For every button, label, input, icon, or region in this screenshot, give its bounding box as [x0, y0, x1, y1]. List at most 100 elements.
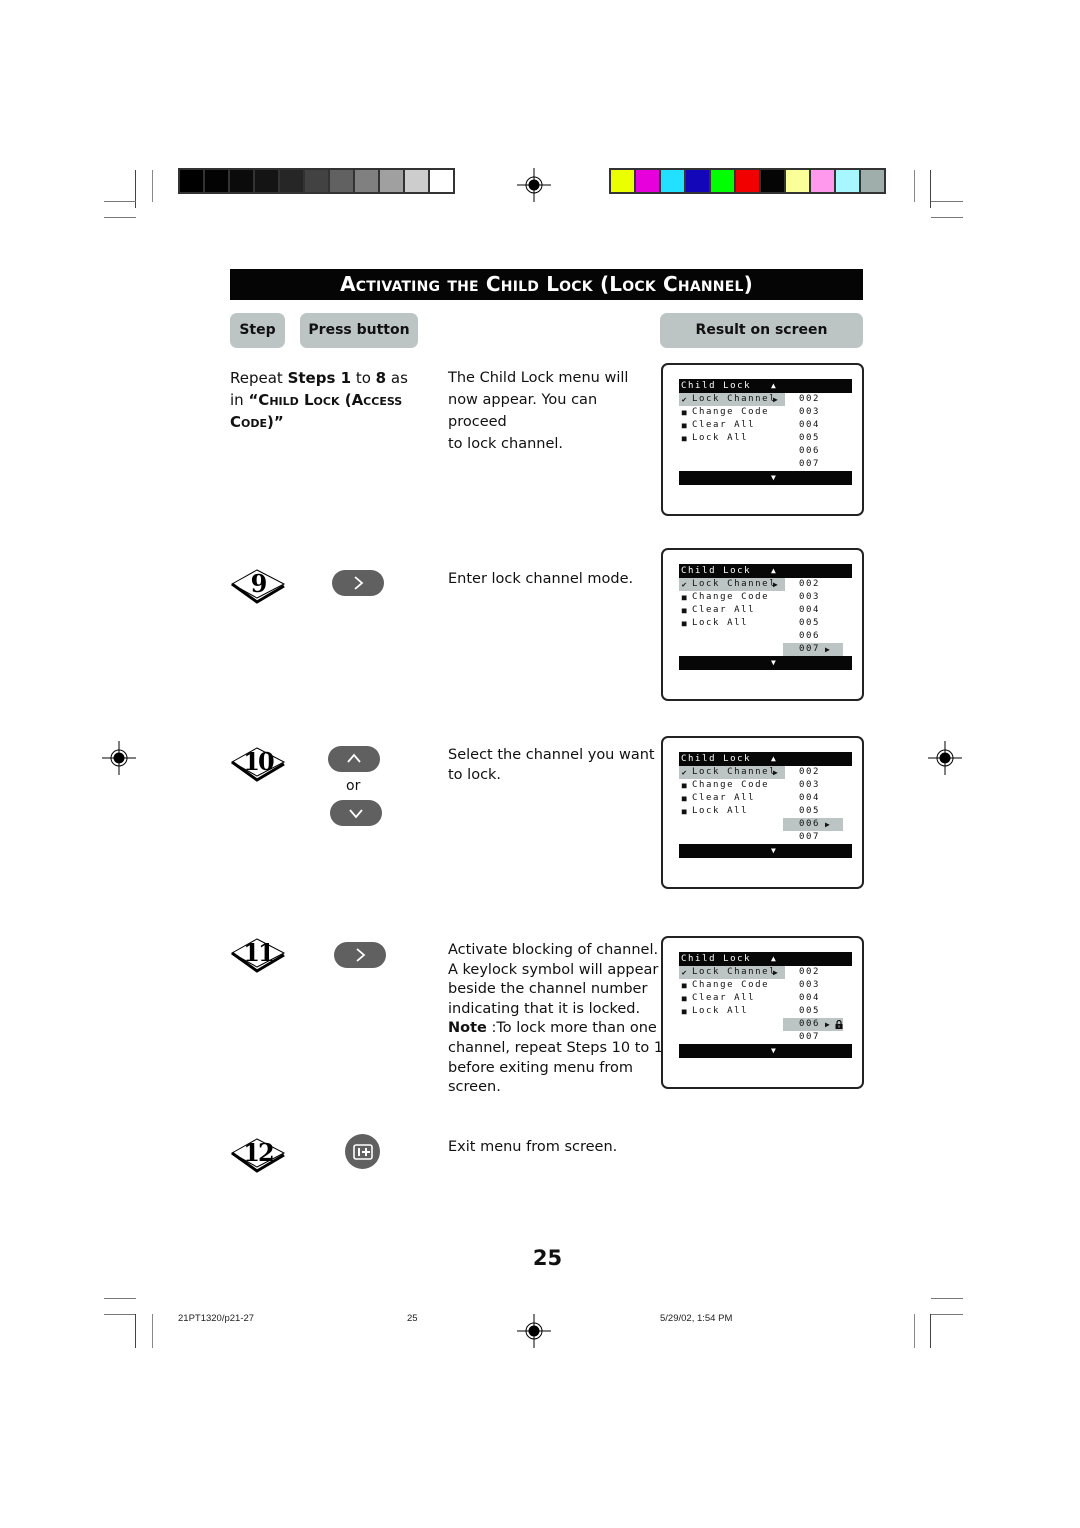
- bullet-icon: ■: [681, 807, 689, 816]
- channel-number: 003: [799, 407, 821, 417]
- cross-reference-link[interactable]: “Child Lock (Access Code)”: [230, 391, 402, 431]
- step-description: Activate blocking of channel. A keylock …: [448, 942, 673, 1096]
- osd-info-button[interactable]: [345, 1134, 380, 1169]
- osd-menu-bottom-bar: ▼: [679, 656, 852, 670]
- bullet-icon: ■: [681, 434, 689, 443]
- color-swatch: [430, 170, 453, 192]
- channel-number: 005: [799, 806, 821, 816]
- bullet-icon: ■: [681, 781, 689, 790]
- tv-screen-result: Child Lock ▲ ✔ Lock Channel ▶ ■ Change Code ■ Cl…: [661, 936, 864, 1089]
- checkmark-icon: ✔: [681, 395, 689, 404]
- channel-number: 002: [799, 394, 821, 404]
- osd-menu-item-label: Lock Channel: [692, 767, 777, 777]
- channel-number: 005: [799, 1006, 821, 1016]
- crop-mark: [931, 1314, 963, 1315]
- right-arrow-button[interactable]: [334, 942, 386, 968]
- channel-number: 003: [799, 780, 821, 790]
- color-calibration-bar: [609, 168, 886, 194]
- osd-menu-bottom-bar: ▼: [679, 471, 852, 485]
- osd-menu-item-label: Lock All: [692, 433, 749, 443]
- step-description: Select the channel you want to lock.: [448, 747, 655, 783]
- color-swatch: [686, 170, 709, 192]
- registration-mark-icon: [517, 168, 551, 202]
- osd-menu-item-label: Clear All: [692, 605, 756, 615]
- osd-menu-item-label: Lock All: [692, 1006, 749, 1016]
- up-arrow-button[interactable]: [328, 746, 380, 772]
- channel-number: 006: [799, 1019, 821, 1029]
- crop-mark: [931, 217, 963, 218]
- osd-menu-bottom-bar: ▼: [679, 1044, 852, 1058]
- channel-number: 002: [799, 767, 821, 777]
- tv-screen-result: Child Lock ▲ ✔ Lock Channel ▶ ■ Change Code ■ Cl…: [661, 363, 864, 516]
- osd-menu-title-bar: Child Lock ▲: [679, 752, 852, 766]
- step-description: Exit menu from screen.: [448, 1139, 618, 1155]
- scroll-up-icon: ▲: [771, 381, 778, 390]
- channel-number: 007: [799, 644, 821, 654]
- osd-menu-title-bar: Child Lock ▲: [679, 564, 852, 578]
- crop-mark: [152, 1314, 153, 1348]
- crop-mark: [930, 1314, 931, 1348]
- channel-entry: 007: [789, 458, 852, 471]
- channel-entry: 005: [789, 432, 852, 445]
- registration-mark-icon: [517, 1314, 551, 1348]
- scroll-down-icon: ▼: [771, 473, 778, 482]
- channel-entry: 007: [789, 1031, 852, 1044]
- crop-mark: [135, 1314, 136, 1348]
- channel-entry: 003: [789, 406, 852, 419]
- channel-number: 005: [799, 618, 821, 628]
- channel-entry: 006: [789, 445, 852, 458]
- right-arrow-button[interactable]: [332, 570, 384, 596]
- scroll-up-icon: ▲: [771, 954, 778, 963]
- crop-mark: [152, 170, 153, 202]
- step-number-badge: 11: [230, 935, 286, 975]
- osd-menu-title-bar: Child Lock ▲: [679, 952, 852, 966]
- color-swatch: [230, 170, 253, 192]
- crop-mark: [914, 1314, 915, 1348]
- step-note: Note :To lock more than one: [448, 1020, 657, 1037]
- down-arrow-button[interactable]: [330, 800, 382, 826]
- registration-mark-icon: [928, 741, 962, 775]
- channel-number: 007: [799, 832, 821, 842]
- chevron-up-icon: [347, 753, 361, 763]
- checkmark-icon: ✔: [681, 968, 689, 977]
- grayscale-calibration-bar: [178, 168, 455, 194]
- chevron-down-icon: [349, 809, 363, 819]
- scroll-down-icon: ▼: [771, 658, 778, 667]
- channel-number: 004: [799, 993, 821, 1003]
- header-step: Step: [230, 313, 285, 348]
- header-result-on-screen: Result on screen: [660, 313, 863, 348]
- select-arrow-icon: ▶: [825, 1020, 832, 1029]
- step-number-badge: 12: [230, 1135, 286, 1175]
- bullet-icon: ■: [681, 794, 689, 803]
- color-swatch: [636, 170, 659, 192]
- osd-menu-item-label: Lock Channel: [692, 967, 777, 977]
- channel-entry: 006 ▶: [783, 1018, 852, 1031]
- bullet-icon: ■: [681, 981, 689, 990]
- color-swatch: [736, 170, 759, 192]
- osd-menu-title: Child Lock: [681, 954, 752, 964]
- tv-screen-result: Child Lock ▲ ✔ Lock Channel ▶ ■ Change Code ■ Cl…: [661, 736, 864, 889]
- channel-number: 004: [799, 793, 821, 803]
- channel-entry: 005: [789, 617, 852, 630]
- footer-timestamp: 5/29/02, 1:54 PM: [660, 1313, 733, 1324]
- registration-mark-icon: [102, 741, 136, 775]
- channel-entry: 004: [789, 604, 852, 617]
- channel-number: 006: [799, 446, 821, 456]
- osd-menu-item-label: Change Code: [692, 407, 770, 417]
- channel-number: 002: [799, 967, 821, 977]
- channel-entry: 003: [789, 979, 852, 992]
- osd-menu-item-label: Lock Channel: [692, 394, 777, 404]
- header-press-button: Press button: [300, 313, 418, 348]
- color-swatch: [305, 170, 328, 192]
- bullet-icon: ■: [681, 593, 689, 602]
- channel-entry: 003: [789, 779, 852, 792]
- osd-menu-title-bar: Child Lock ▲: [679, 379, 852, 393]
- or-label: or: [346, 778, 361, 794]
- color-swatch: [180, 170, 203, 192]
- submenu-arrow-icon: ▶: [773, 968, 780, 977]
- channel-number: 003: [799, 980, 821, 990]
- channel-number: 006: [799, 631, 821, 641]
- color-swatch: [611, 170, 634, 192]
- color-swatch: [786, 170, 809, 192]
- channel-entry: 006: [789, 630, 852, 643]
